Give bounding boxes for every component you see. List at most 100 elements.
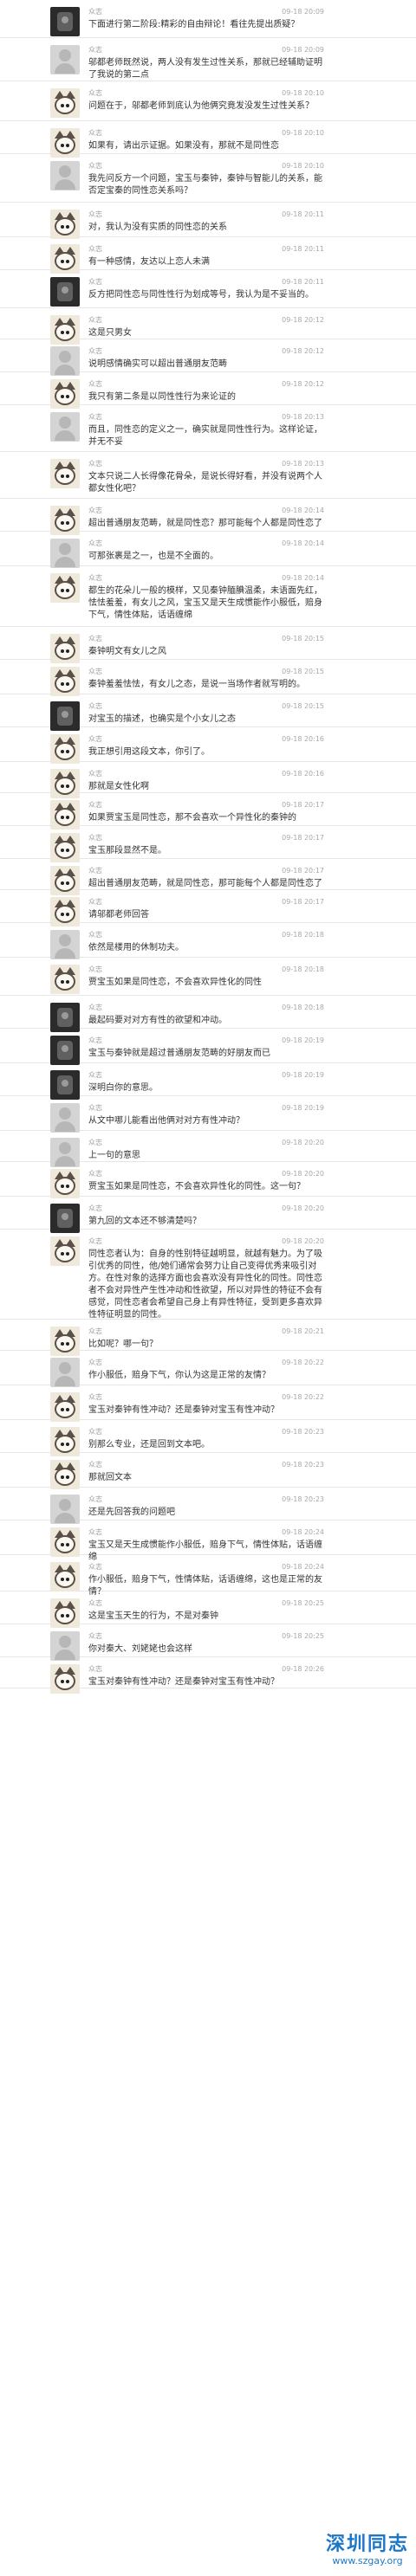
post-text: 我正想引用这段文本，你引了。 [88, 747, 210, 757]
avatar[interactable] [50, 128, 80, 158]
post-author[interactable]: 众志 [88, 1237, 102, 1246]
post-author[interactable]: 众志 [88, 347, 102, 356]
post-timestamp: 09-18 20:17 [282, 867, 324, 875]
avatar[interactable] [50, 667, 80, 696]
post-author[interactable]: 众志 [88, 1036, 102, 1045]
avatar[interactable] [50, 7, 80, 36]
post-author[interactable]: 众志 [88, 770, 102, 778]
avatar[interactable] [50, 1036, 80, 1065]
post-author[interactable]: 众志 [88, 834, 102, 843]
avatar[interactable] [50, 734, 80, 764]
post-author[interactable]: 众志 [88, 1170, 102, 1178]
post-author[interactable]: 众志 [88, 1495, 102, 1504]
post-timestamp: 09-18 20:19 [282, 1104, 324, 1112]
avatar[interactable] [50, 1204, 80, 1233]
avatar[interactable] [50, 506, 80, 535]
avatar[interactable] [50, 1664, 80, 1694]
avatar[interactable] [50, 161, 80, 190]
post-author[interactable]: 众志 [88, 702, 102, 711]
post-author[interactable]: 众志 [88, 1327, 102, 1336]
avatar[interactable] [50, 1527, 80, 1557]
avatar[interactable] [50, 45, 80, 74]
avatar[interactable] [50, 897, 80, 926]
avatar[interactable] [50, 459, 80, 488]
avatar[interactable] [50, 412, 80, 442]
post-author[interactable]: 众志 [88, 1665, 102, 1674]
post-author[interactable]: 众志 [88, 507, 102, 515]
post-author[interactable]: 众志 [88, 539, 102, 548]
chat-post: 众志 09-18 20:10 如果有，请出示证据。如果没有，那就不是同性恋 [0, 121, 416, 158]
avatar[interactable] [50, 88, 80, 118]
avatar[interactable] [50, 965, 80, 994]
post-author[interactable]: 众志 [88, 89, 102, 98]
post-author[interactable]: 众志 [88, 1528, 102, 1537]
watermark-url: www.szgay.org [332, 2555, 403, 2566]
avatar[interactable] [50, 277, 80, 307]
chat-post: 众志 09-18 20:26 宝玉对秦钟有性冲动？还是秦钟对宝玉有性冲动？ [0, 1657, 416, 1694]
post-author[interactable]: 众志 [88, 460, 102, 468]
post-author[interactable]: 众志 [88, 1104, 102, 1113]
avatar[interactable] [50, 1169, 80, 1198]
post-author[interactable]: 众志 [88, 1632, 102, 1641]
post-author[interactable]: 众志 [88, 898, 102, 907]
post-author[interactable]: 众志 [88, 316, 102, 325]
post-author[interactable]: 众志 [88, 1139, 102, 1147]
avatar[interactable] [50, 1495, 80, 1524]
avatar[interactable] [50, 1358, 80, 1387]
avatar[interactable] [50, 634, 80, 663]
avatar[interactable] [50, 1631, 80, 1661]
post-author[interactable]: 众志 [88, 278, 102, 287]
avatar[interactable] [50, 379, 80, 409]
avatar[interactable] [50, 1460, 80, 1489]
avatar[interactable] [50, 1562, 80, 1591]
avatar[interactable] [50, 539, 80, 568]
post-author[interactable]: 众志 [88, 1359, 102, 1367]
post-author[interactable]: 众志 [88, 1563, 102, 1572]
avatar[interactable] [50, 701, 80, 731]
post-author[interactable]: 众志 [88, 668, 102, 676]
post-author[interactable]: 众志 [88, 867, 102, 875]
post-text: 宝玉那段显然不是。 [88, 846, 166, 855]
post-author[interactable]: 众志 [88, 129, 102, 138]
avatar[interactable] [50, 244, 80, 274]
post-author[interactable]: 众志 [88, 1428, 102, 1436]
post-author[interactable]: 众志 [88, 8, 102, 16]
post-author[interactable]: 众志 [88, 380, 102, 389]
post-author[interactable]: 众志 [88, 931, 102, 939]
post-author[interactable]: 众志 [88, 1004, 102, 1012]
post-author[interactable]: 众志 [88, 801, 102, 810]
post-author[interactable]: 众志 [88, 162, 102, 171]
avatar[interactable] [50, 833, 80, 862]
post-timestamp: 09-18 20:16 [282, 770, 324, 778]
post-author[interactable]: 众志 [88, 46, 102, 55]
avatar[interactable] [50, 346, 80, 376]
avatar[interactable] [50, 930, 80, 959]
avatar[interactable] [50, 1598, 80, 1628]
avatar[interactable] [50, 1103, 80, 1133]
post-timestamp: 09-18 20:24 [282, 1528, 324, 1536]
post-timestamp: 09-18 20:14 [282, 507, 324, 514]
post-text: 问题在于，邬都老师到底认为他俩究竟发没发生过性关系？ [88, 101, 314, 111]
post-author[interactable]: 众志 [88, 210, 102, 219]
post-author[interactable]: 众志 [88, 1204, 102, 1213]
chat-post: 众志 09-18 20:25 你对秦大、刘姥姥也会这样 [0, 1624, 416, 1661]
avatar[interactable] [50, 1392, 80, 1422]
avatar[interactable] [50, 1236, 80, 1266]
post-author[interactable]: 众志 [88, 245, 102, 254]
post-author[interactable]: 众志 [88, 1393, 102, 1402]
avatar[interactable] [50, 210, 80, 239]
avatar[interactable] [50, 1003, 80, 1032]
avatar[interactable] [50, 1070, 80, 1100]
post-author[interactable]: 众志 [88, 1599, 102, 1608]
post-author[interactable]: 众志 [88, 735, 102, 744]
post-author[interactable]: 众志 [88, 635, 102, 643]
avatar[interactable] [50, 1427, 80, 1456]
chat-post: 众志 09-18 20:19 宝玉与秦钟就是超过普通朋友范畴的好朋友而已 [0, 1029, 416, 1065]
post-author[interactable]: 众志 [88, 574, 102, 583]
post-author[interactable]: 众志 [88, 1461, 102, 1469]
avatar[interactable] [50, 573, 80, 603]
post-author[interactable]: 众志 [88, 965, 102, 974]
post-author[interactable]: 众志 [88, 1071, 102, 1080]
avatar[interactable] [50, 800, 80, 830]
post-author[interactable]: 众志 [88, 413, 102, 422]
